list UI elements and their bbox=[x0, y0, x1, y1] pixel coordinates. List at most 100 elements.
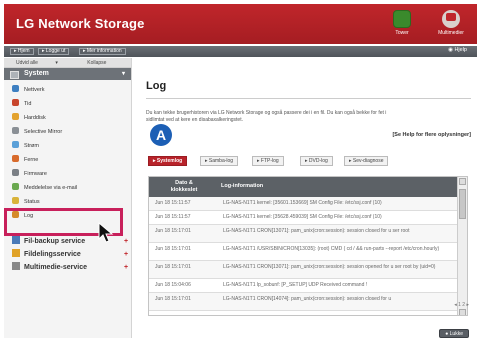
callout-badge-a: A bbox=[150, 124, 172, 146]
sidebar-service-multimedie-service[interactable]: Multimedie-service + bbox=[12, 262, 128, 274]
multimedia-icon bbox=[442, 10, 460, 28]
backup-icon bbox=[12, 236, 20, 244]
sidebar-item-label: Firmware bbox=[24, 171, 47, 177]
tools-button[interactable]: Tower bbox=[387, 10, 417, 36]
row-log-info: LG-NAS-N1T1 kernel: [35601.153669] SM Co… bbox=[223, 200, 382, 206]
page-title: Log bbox=[146, 80, 167, 92]
table-row: Jun 18 15:17:01 LG-NAS-N1T1 CRON[13071]: … bbox=[149, 261, 457, 279]
sidebar-item-harddisk[interactable]: Harddisk bbox=[12, 112, 46, 124]
sidebar-service-fil-backup-service[interactable]: Fil-backup service + bbox=[12, 236, 128, 248]
more-info-button[interactable]: ▸ Mer information bbox=[79, 48, 126, 55]
table-row: Jun 18 15:04:06 LG-NAS-N1T1 lp_sobunf: [P… bbox=[149, 279, 457, 293]
scroll-up-icon[interactable] bbox=[459, 178, 466, 185]
sidebar-item-str-m[interactable]: Strøm bbox=[12, 140, 39, 152]
sidebar-item-meddelelse-via-e-mail[interactable]: Meddelelse via e-mail bbox=[12, 182, 77, 194]
help-label: Hjelp bbox=[454, 47, 467, 53]
top-toolbar: ▸ Hjem ▸ Logge ut ▸ Mer information ◉ Hj… bbox=[4, 46, 477, 57]
share-icon bbox=[12, 249, 20, 257]
sidebar-item-label: Status bbox=[24, 199, 40, 205]
row-date: Jun 18 15:17:01 bbox=[155, 228, 191, 234]
table-row: Jun 18 15:17:01 LG-NAS-N1T1 CRON[14074]: … bbox=[149, 293, 457, 311]
expand-plus-icon[interactable]: + bbox=[124, 262, 128, 274]
expand-plus-icon[interactable]: + bbox=[124, 236, 128, 248]
network-icon bbox=[12, 85, 19, 92]
intro-line-2: sidlimtat ved at kere en disabaxalkering… bbox=[146, 117, 243, 123]
firmware-icon bbox=[12, 169, 19, 176]
app-title: LG Network Storage bbox=[16, 16, 145, 31]
row-date: Jun 18 15:17:01 bbox=[155, 264, 191, 270]
tools-label: Tower bbox=[395, 30, 409, 36]
harddisk-icon bbox=[12, 113, 19, 120]
row-date: Jun 18 15:11:57 bbox=[155, 214, 191, 220]
table-row: Jun 18 15:17:01 LG-NAS-N1T1 /USR/SBIN/CRO… bbox=[149, 243, 457, 261]
column-log-info: Log-information bbox=[221, 183, 264, 189]
logout-button[interactable]: ▸ Logge ut bbox=[38, 48, 70, 55]
row-log-info: LG-NAS-N1T1 lp_sobunf: [P_SETUP] UDP Rec… bbox=[223, 282, 368, 288]
table-header: Dato & klokkeslet Log-information bbox=[149, 177, 457, 197]
sidebar-item-nettverk[interactable]: Nettverk bbox=[12, 84, 44, 96]
row-date: Jun 18 15:17:01 bbox=[155, 296, 191, 302]
table-scrollbar[interactable] bbox=[457, 177, 467, 315]
pagination[interactable]: ◂ 1 2 ▸ bbox=[454, 302, 469, 308]
sidebar-item-tid[interactable]: Tid bbox=[12, 98, 31, 110]
column-date: Dato & klokkeslet bbox=[170, 180, 198, 193]
table-row: Jun 18 15:17:01 LG-NAS-N1T1 CRON[13071]: … bbox=[149, 225, 457, 243]
expand-plus-icon[interactable]: + bbox=[124, 249, 128, 261]
title-divider bbox=[146, 98, 471, 99]
logout-label: Logge ut bbox=[45, 48, 66, 54]
power-icon bbox=[12, 141, 19, 148]
table-row: Jun 18 15:11:57 LG-NAS-N1T1 kernel: [3560… bbox=[149, 197, 457, 211]
row-date: Jun 18 15:04:06 bbox=[155, 282, 191, 288]
sidebar-item-label: Harddisk bbox=[24, 115, 46, 121]
row-log-info: LG-NAS-N1T1 kernel: [35628.459039] SM Co… bbox=[223, 214, 382, 220]
status-icon bbox=[12, 197, 19, 204]
system-section-header[interactable]: System ▾ bbox=[4, 68, 131, 80]
tools-icon bbox=[393, 10, 411, 28]
row-date: Jun 18 15:17:01 bbox=[155, 246, 191, 252]
multimedia-label: Multimedier bbox=[438, 30, 464, 36]
sidebar-item-selective-mirror[interactable]: Selective Mirror bbox=[12, 126, 62, 138]
fan-icon bbox=[12, 155, 19, 162]
sidebar-service-fildelingsservice[interactable]: Fildelingsservice + bbox=[12, 249, 128, 261]
home-button[interactable]: ▸ Hjem bbox=[10, 48, 34, 55]
sidebar-service-label: Fildelingsservice bbox=[24, 251, 81, 258]
more-info-label: Mer information bbox=[86, 48, 122, 54]
mouse-cursor-icon bbox=[98, 222, 114, 243]
mirror-icon bbox=[12, 127, 19, 134]
expand-all-button[interactable]: Udvid alle ▾ bbox=[10, 60, 58, 66]
table-row: Jun 18 15:11:57 LG-NAS-N1T1 kernel: [3562… bbox=[149, 211, 457, 225]
scroll-down-icon[interactable] bbox=[459, 309, 466, 315]
sidebar-service-label: Multimedie-service bbox=[24, 264, 88, 271]
intro-line-1: Du kan tekke brugerhistoren via LG Netwo… bbox=[146, 110, 387, 116]
row-date: Jun 18 15:11:57 bbox=[155, 200, 191, 206]
help-button[interactable]: ◉ Hjelp bbox=[448, 47, 467, 53]
sidebar-item-status[interactable]: Status bbox=[12, 196, 40, 208]
sidebar-service-label: Fil-backup service bbox=[24, 238, 86, 245]
clock-icon bbox=[12, 99, 19, 106]
tab-systemlog[interactable]: ▸ Systemlog bbox=[148, 156, 188, 166]
help-link[interactable]: [Se Help for flere oplysninger] bbox=[392, 132, 471, 138]
tab-ftp-log[interactable]: ▸ FTP-log bbox=[252, 156, 284, 166]
sidebar-item-ferne[interactable]: Ferne bbox=[12, 154, 38, 166]
home-label: Hjem bbox=[17, 48, 30, 54]
sidebar-item-label: Nettverk bbox=[24, 87, 45, 93]
sidebar-item-firmware[interactable]: Firmware bbox=[12, 168, 47, 180]
main-content: Log Du kan tekke brugerhistoren via LG N… bbox=[140, 70, 477, 340]
tab-dvd-log[interactable]: ▸ DVD-log bbox=[300, 156, 333, 166]
tab-samba-log[interactable]: ▸ Samba-log bbox=[200, 156, 239, 166]
sidebar: Udvid alle ▾ Kollapse alle ▴ System▾ Net… bbox=[4, 58, 132, 338]
scroll-thumb[interactable] bbox=[459, 189, 466, 219]
row-log-info: LG-NAS-N1T1 /USR/SBIN/CRON[13035]: (root… bbox=[223, 246, 440, 252]
expand-collapse-bar: Udvid alle ▾ Kollapse alle ▴ bbox=[4, 58, 131, 76]
close-button[interactable]: ● Lukke bbox=[439, 329, 469, 338]
log-table: Dato & klokkeslet Log-information Jun 18… bbox=[148, 176, 468, 316]
app-header: LG Network Storage Tower Multimedier bbox=[4, 4, 477, 44]
multimedia-button[interactable]: Multimedier bbox=[436, 10, 466, 36]
sidebar-item-label: Tid bbox=[24, 101, 32, 107]
row-log-info: LG-NAS-N1T1 CRON[14074]: pam_unix(cron:s… bbox=[223, 296, 392, 302]
sidebar-item-label: Strøm bbox=[24, 143, 39, 149]
sidebar-item-label: Ferne bbox=[24, 157, 39, 163]
intro-text: Du kan tekke brugerhistoren via LG Netwo… bbox=[146, 110, 466, 124]
tab-self-diagnose[interactable]: ▸ Sev-diagnose bbox=[344, 156, 389, 166]
email-icon bbox=[12, 183, 19, 190]
